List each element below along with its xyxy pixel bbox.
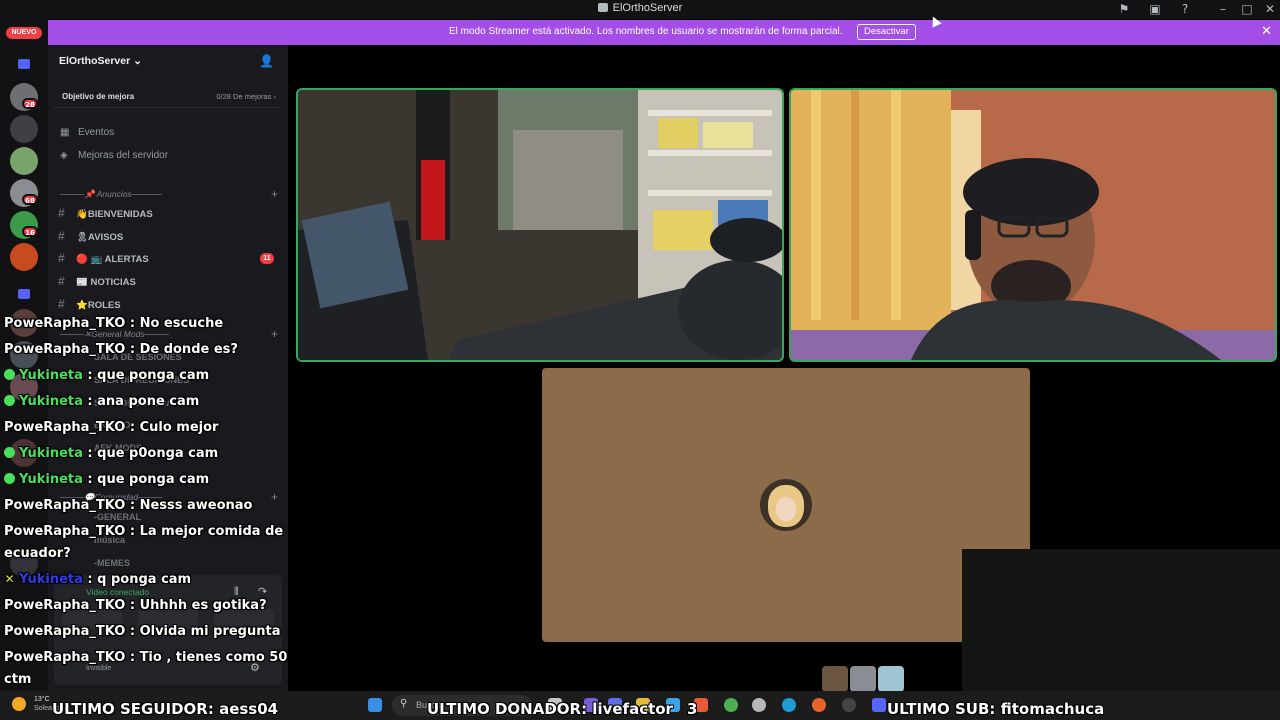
channel-bienvenidas[interactable]: # 👋BIENVENIDAS <box>58 206 284 224</box>
invite-icon[interactable]: 👤 <box>259 54 274 68</box>
channel-memes[interactable]: -MEMES <box>94 558 130 568</box>
chat-message: PoweRapha_TKO : Nesss aweonao <box>4 498 253 513</box>
flag-icon[interactable]: ⚑ <box>1117 2 1131 16</box>
server-header[interactable]: ElOrthoServer ⌄ 👤 <box>48 45 288 78</box>
obs-icon[interactable] <box>842 698 856 712</box>
boost-label: Objetivo de mejora <box>62 92 135 101</box>
chat-message: PoweRapha_TKO : La mejor comida de <box>4 524 284 539</box>
video-frame <box>298 90 782 360</box>
window-titlebar: ElOrthoServer ⚑ ▣ ? – □ ✕ <box>0 0 1280 19</box>
voice-status: Video conectado <box>86 587 150 597</box>
channel-general[interactable]: -GENERAL <box>94 512 141 522</box>
chat-message: PoweRapha_TKO : Culo mejor <box>4 420 219 435</box>
chat-message: PoweRapha_TKO : No escuche <box>4 316 224 331</box>
noise-suppression-icon[interactable]: ⫴ <box>234 585 239 599</box>
close-icon[interactable]: ✕ <box>1261 24 1272 39</box>
deactivate-button[interactable]: Desactivar <box>857 24 916 40</box>
plus-icon[interactable]: + <box>271 327 278 341</box>
verified-icon <box>4 369 15 380</box>
chat-message: Yukineta : ana pone cam <box>4 394 199 409</box>
avatar-tile[interactable] <box>542 368 1030 642</box>
video-tile-webcam[interactable] <box>789 88 1277 362</box>
maximize-button[interactable]: □ <box>1240 2 1254 16</box>
chevron-down-icon: ⌄ <box>133 55 142 67</box>
folder-icon[interactable] <box>18 59 30 69</box>
hash-icon: # <box>58 251 65 265</box>
participant-avatar[interactable] <box>822 666 848 692</box>
chrome-icon[interactable] <box>724 698 738 712</box>
server-icon[interactable] <box>10 147 38 175</box>
folder-icon[interactable] <box>18 289 30 299</box>
chat-message: ctm <box>4 672 32 687</box>
channel-alertas[interactable]: # 🔴 📺 ALERTAS 11 <box>58 251 284 269</box>
discord-taskbar-icon[interactable] <box>872 698 886 712</box>
inbox-icon[interactable]: ▣ <box>1148 2 1162 16</box>
verified-icon <box>4 447 15 458</box>
category-anuncios[interactable]: ────📌 Anuncios───── + <box>60 187 282 201</box>
chat-message: Yukineta : que ponga cam <box>4 472 209 487</box>
server-icon[interactable] <box>10 243 38 271</box>
user-avatar <box>760 479 812 531</box>
server-badge: 68 <box>22 194 38 205</box>
chat-message: ecuador? <box>4 546 71 561</box>
calendar-icon: ▦ <box>60 127 70 138</box>
sword-icon: ✕ <box>4 572 15 586</box>
server-icon[interactable] <box>10 115 38 143</box>
banner-message: El modo Streamer está activado. Los nomb… <box>449 26 843 37</box>
chat-message: PoweRapha_TKO : Tio , tienes como 50 <box>4 650 288 665</box>
plus-icon[interactable]: + <box>271 187 278 201</box>
chat-message: Yukineta : que ponga cam <box>4 368 209 383</box>
channel-roles[interactable]: # ⭐ROLES <box>58 297 284 315</box>
chat-message: Yukineta : que p0onga cam <box>4 446 218 461</box>
chat-message: PoweRapha_TKO : De donde es? <box>4 342 238 357</box>
boost-goal[interactable]: Objetivo de mejora 0/28 De mejoras › <box>54 86 280 108</box>
last-donor-amount: 3 <box>687 700 698 718</box>
verified-icon <box>4 395 15 406</box>
help-icon[interactable]: ? <box>1178 2 1192 16</box>
server-badge: 16 <box>22 226 38 237</box>
edge-icon[interactable] <box>782 698 796 712</box>
channel-avisos[interactable]: # 🎗AVISOS <box>58 229 284 247</box>
app-icon[interactable] <box>752 698 766 712</box>
nav-events[interactable]: ▦ Eventos <box>60 127 114 145</box>
chat-message: ✕ Yukineta : q ponga cam <box>4 572 192 587</box>
last-donor: ULTIMO DONADOR: livefactor <box>427 700 673 718</box>
last-sub: ULTIMO SUB: fitomachuca <box>887 700 1105 718</box>
plus-icon[interactable]: + <box>271 490 278 504</box>
video-tile-studio[interactable] <box>296 88 784 362</box>
participant-avatar[interactable] <box>850 666 876 692</box>
hash-icon: # <box>58 297 65 311</box>
server-name[interactable]: ElOrthoServer ⌄ <box>59 55 142 67</box>
chevron-right-icon: › <box>273 92 277 101</box>
server-badge: 28 <box>22 98 38 109</box>
window-title: ElOrthoServer <box>0 2 1280 14</box>
verified-icon <box>4 473 15 484</box>
discord-icon <box>597 3 608 12</box>
chat-message: PoweRapha_TKO : Olvida mi pregunta <box>4 624 281 639</box>
video-frame <box>791 90 1275 360</box>
hash-icon: # <box>58 274 65 288</box>
user-status: Invisible <box>86 665 112 672</box>
participant-avatar[interactable] <box>878 666 904 692</box>
streamer-mode-banner: El modo Streamer está activado. Los nomb… <box>48 20 1280 45</box>
close-window-button[interactable]: ✕ <box>1263 2 1277 16</box>
chat-message: PoweRapha_TKO : Uhhhh es gotika? <box>4 598 267 613</box>
boost-progress: 0/28 De mejoras › <box>216 92 276 101</box>
minimize-button[interactable]: – <box>1216 2 1230 16</box>
last-follower: ULTIMO SEGUIDOR: aess04 <box>52 700 279 718</box>
hash-icon: # <box>58 229 65 243</box>
hash-icon: # <box>58 206 65 220</box>
channel-noticias[interactable]: # 📰 NOTICIAS <box>58 274 284 292</box>
unread-badge: 11 <box>260 253 274 264</box>
boost-icon: ◈ <box>60 150 68 161</box>
start-icon[interactable] <box>368 698 382 712</box>
firefox-icon[interactable] <box>812 698 826 712</box>
search-icon: ⚲ <box>400 698 408 709</box>
sun-icon <box>12 697 26 711</box>
disconnect-icon[interactable]: ↷ <box>258 585 267 598</box>
nav-server-boost[interactable]: ◈ Mejoras del servidor <box>60 150 168 168</box>
new-badge: NUEVO <box>6 27 42 39</box>
